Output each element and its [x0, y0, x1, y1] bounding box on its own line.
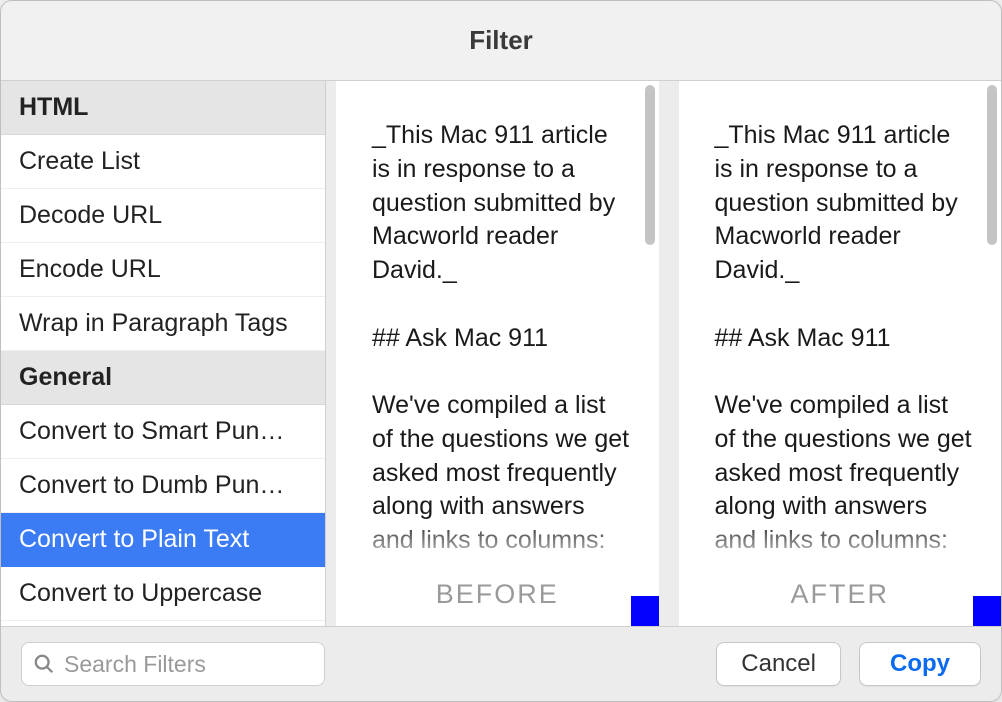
sidebar-item-lowercase[interactable]: Convert to Lowercase: [1, 621, 325, 626]
preview-before-label: BEFORE: [336, 569, 659, 626]
scrollbar-track[interactable]: [641, 81, 659, 569]
button-group: Cancel Copy: [716, 642, 981, 686]
copy-button[interactable]: Copy: [859, 642, 981, 686]
sidebar-item-plain-text[interactable]: Convert to Plain Text: [1, 513, 325, 567]
cancel-button[interactable]: Cancel: [716, 642, 841, 686]
sidebar-item-encode-url[interactable]: Encode URL: [1, 243, 325, 297]
resize-indicator[interactable]: [973, 596, 1001, 626]
sidebar-item-decode-url[interactable]: Decode URL: [1, 189, 325, 243]
preview-after-scroll[interactable]: _This Mac 911 article is in response to …: [679, 81, 1002, 569]
main-content: HTML Create List Decode URL Encode URL W…: [1, 81, 1001, 627]
resize-indicator[interactable]: [631, 596, 659, 626]
preview-before-pane: _This Mac 911 article is in response to …: [336, 81, 659, 626]
sidebar-item-smart-punctuation[interactable]: Convert to Smart Pun…: [1, 405, 325, 459]
filter-window: Filter HTML Create List Decode URL Encod…: [0, 0, 1002, 702]
search-input[interactable]: [21, 642, 325, 686]
sidebar-section-general: General: [1, 351, 325, 405]
preview-area: _This Mac 911 article is in response to …: [326, 81, 1001, 626]
preview-before-scroll[interactable]: _This Mac 911 article is in response to …: [336, 81, 659, 569]
preview-after-pane: _This Mac 911 article is in response to …: [679, 81, 1002, 626]
preview-after-text: _This Mac 911 article is in response to …: [679, 81, 1002, 569]
bottom-toolbar: Cancel Copy: [1, 627, 1001, 701]
sidebar-section-html: HTML: [1, 81, 325, 135]
sidebar-item-uppercase[interactable]: Convert to Uppercase: [1, 567, 325, 621]
search-wrapper: [21, 642, 325, 686]
scrollbar-track[interactable]: [983, 81, 1001, 569]
sidebar-item-dumb-punctuation[interactable]: Convert to Dumb Pun…: [1, 459, 325, 513]
titlebar: Filter: [1, 1, 1001, 81]
filter-sidebar[interactable]: HTML Create List Decode URL Encode URL W…: [1, 81, 326, 626]
window-title: Filter: [469, 25, 533, 56]
scrollbar-thumb[interactable]: [645, 85, 655, 245]
preview-after-label: AFTER: [679, 569, 1002, 626]
sidebar-item-create-list[interactable]: Create List: [1, 135, 325, 189]
search-icon: [33, 653, 55, 675]
scrollbar-thumb[interactable]: [987, 85, 997, 245]
preview-before-text: _This Mac 911 article is in response to …: [336, 81, 659, 569]
sidebar-item-wrap-paragraph[interactable]: Wrap in Paragraph Tags: [1, 297, 325, 351]
